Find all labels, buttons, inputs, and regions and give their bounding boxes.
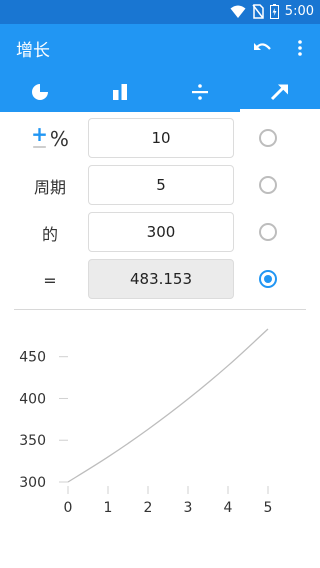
wifi-icon [230,5,246,18]
more-options-button[interactable] [292,36,308,60]
y-tick-label: 450 [19,350,46,366]
status-icons: 5:00 [230,4,314,19]
x-tick-label: 5 [264,500,273,516]
status-time: 5:00 [284,4,314,19]
row-percent: + — % 10 [0,118,320,160]
result-radio[interactable] [259,270,277,288]
x-tick-label: 0 [64,500,73,516]
growth-line [67,328,269,483]
periods-radio[interactable] [259,176,277,194]
periods-input[interactable]: 5 [88,165,234,205]
x-tick-label: 4 [224,500,233,516]
x-tick-label: 3 [184,500,193,516]
of-input[interactable]: 300 [88,212,234,252]
periods-label: 周期 [33,178,66,197]
percent-label: + — % [20,118,80,160]
x-tick-label: 1 [104,500,113,516]
of-label: 的 [41,225,58,244]
tab-statistics[interactable] [80,72,160,112]
result-field[interactable]: 483.153 [88,259,234,299]
trending-up-icon [270,84,288,101]
undo-button[interactable] [250,36,276,60]
more-vert-icon [298,40,302,56]
app-bar: 增长 [0,24,320,72]
tab-ratio[interactable] [160,72,240,112]
of-radio[interactable] [259,223,277,241]
tab-growth[interactable] [240,72,320,112]
equals-label: = [43,270,57,290]
y-tick-label: 300 [19,475,46,491]
undo-icon [254,43,271,50]
status-bar: 5:00 [0,0,320,24]
calculator-tabs [0,72,320,112]
pie-chart-icon [32,84,48,100]
percent-radio[interactable] [259,129,277,147]
no-sim-icon [252,4,264,19]
row-periods: 周期 5 [0,165,320,207]
row-result: = 483.153 [0,259,320,301]
y-tick-label: 350 [19,433,46,449]
y-tick-label: 400 [19,391,46,407]
growth-chart: 300 350 400 450 0 1 2 3 4 5 [19,328,273,516]
x-tick-label: 2 [144,500,153,516]
divide-icon [192,84,208,100]
bar-chart-icon [113,84,127,100]
app-title: 增长 [16,41,50,61]
battery-charging-icon [269,4,279,19]
tab-percentage[interactable] [0,72,80,112]
plus-minus-icon[interactable]: + — [31,124,48,154]
row-of: 的 300 [0,212,320,254]
divider [14,309,306,310]
percent-sign: % [49,127,69,151]
percent-input[interactable]: 10 [88,118,234,158]
